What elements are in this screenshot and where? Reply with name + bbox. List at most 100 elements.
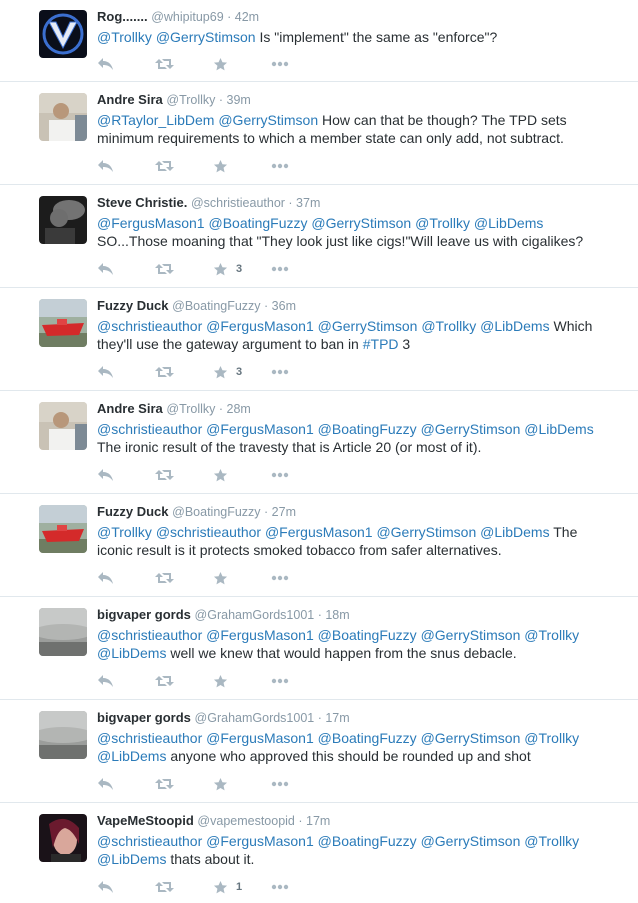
mention-link[interactable]: @Trollky <box>421 318 476 334</box>
reply-button[interactable] <box>97 157 155 175</box>
tweet-item[interactable]: Rog....... @whipitup69 · 42m @Trollky @Ge… <box>0 0 638 82</box>
user-handle[interactable]: @schristieauthor <box>191 196 285 210</box>
mention-link[interactable]: @GerryStimson <box>156 29 256 45</box>
more-options-button[interactable] <box>271 466 289 484</box>
tweet-item[interactable]: Fuzzy Duck @BoatingFuzzy · 27m @Trollky @… <box>0 494 638 597</box>
timestamp[interactable]: 36m <box>272 299 296 313</box>
tweet-item[interactable]: bigvaper gords @GrahamGords1001 · 18m @sc… <box>0 597 638 700</box>
mention-link[interactable]: @Trollky <box>415 215 470 231</box>
avatar[interactable] <box>39 93 87 141</box>
mention-link[interactable]: @Trollky <box>524 833 579 849</box>
mention-link[interactable]: @Trollky <box>97 524 152 540</box>
user-handle[interactable]: @whipitup69 <box>151 10 223 24</box>
mention-link[interactable]: @FergusMason1 <box>206 627 314 643</box>
timestamp[interactable]: 18m <box>325 608 349 622</box>
avatar[interactable] <box>39 10 87 58</box>
mention-link[interactable]: @Trollky <box>524 730 579 746</box>
reply-button[interactable] <box>97 775 155 793</box>
more-options-button[interactable] <box>271 55 289 73</box>
avatar[interactable] <box>39 299 87 347</box>
mention-link[interactable]: @GerryStimson <box>311 215 411 231</box>
retweet-button[interactable] <box>155 672 213 690</box>
retweet-button[interactable] <box>155 260 213 278</box>
mention-link[interactable]: @schristieauthor <box>97 421 202 437</box>
user-name[interactable]: Fuzzy Duck <box>97 298 169 313</box>
user-handle[interactable]: @vapemestoopid <box>197 814 294 828</box>
mention-link[interactable]: @GerryStimson <box>421 833 521 849</box>
avatar[interactable] <box>39 814 87 862</box>
reply-button[interactable] <box>97 569 155 587</box>
more-options-button[interactable] <box>271 775 289 793</box>
reply-button[interactable] <box>97 672 155 690</box>
timestamp[interactable]: 17m <box>306 814 330 828</box>
mention-link[interactable]: @schristieauthor <box>97 318 202 334</box>
favorite-button[interactable]: 3 <box>213 260 271 278</box>
mention-link[interactable]: @schristieauthor <box>97 730 202 746</box>
mention-link[interactable]: @BoatingFuzzy <box>318 833 417 849</box>
timestamp[interactable]: 27m <box>272 505 296 519</box>
user-name[interactable]: VapeMeStoopid <box>97 813 194 828</box>
user-handle[interactable]: @Trollky <box>166 93 215 107</box>
tweet-item[interactable]: VapeMeStoopid @vapemestoopid · 17m @schri… <box>0 803 638 903</box>
mention-link[interactable]: @LibDems <box>97 748 166 764</box>
avatar[interactable] <box>39 196 87 244</box>
user-handle[interactable]: @Trollky <box>166 402 215 416</box>
timestamp[interactable]: 28m <box>227 402 251 416</box>
user-handle[interactable]: @GrahamGords1001 <box>195 711 315 725</box>
user-name[interactable]: Fuzzy Duck <box>97 504 169 519</box>
avatar[interactable] <box>39 711 87 759</box>
mention-link[interactable]: @Trollky <box>97 29 152 45</box>
mention-link[interactable]: @Trollky <box>524 627 579 643</box>
retweet-button[interactable] <box>155 466 213 484</box>
avatar[interactable] <box>39 505 87 553</box>
timestamp[interactable]: 37m <box>296 196 320 210</box>
reply-button[interactable] <box>97 363 155 381</box>
reply-button[interactable] <box>97 260 155 278</box>
mention-link[interactable]: @LibDems <box>524 421 593 437</box>
reply-button[interactable] <box>97 878 155 896</box>
retweet-button[interactable] <box>155 363 213 381</box>
tweet-item[interactable]: Fuzzy Duck @BoatingFuzzy · 36m @schristie… <box>0 288 638 391</box>
timestamp[interactable]: 42m <box>235 10 259 24</box>
mention-link[interactable]: @LibDems <box>97 851 166 867</box>
mention-link[interactable]: @schristieauthor <box>97 833 202 849</box>
mention-link[interactable]: @RTaylor_LibDem <box>97 112 214 128</box>
retweet-button[interactable] <box>155 775 213 793</box>
retweet-button[interactable] <box>155 569 213 587</box>
mention-link[interactable]: @BoatingFuzzy <box>318 730 417 746</box>
favorite-button[interactable] <box>213 466 271 484</box>
reply-button[interactable] <box>97 466 155 484</box>
mention-link[interactable]: @GerryStimson <box>318 318 418 334</box>
user-handle[interactable]: @BoatingFuzzy <box>172 299 260 313</box>
favorite-button[interactable] <box>213 775 271 793</box>
avatar[interactable] <box>39 402 87 450</box>
user-name[interactable]: Andre Sira <box>97 401 163 416</box>
mention-link[interactable]: @GerryStimson <box>218 112 318 128</box>
favorite-button[interactable] <box>213 569 271 587</box>
mention-link[interactable]: @schristieauthor <box>97 627 202 643</box>
favorite-button[interactable] <box>213 157 271 175</box>
more-options-button[interactable] <box>271 672 289 690</box>
more-options-button[interactable] <box>271 363 289 381</box>
mention-link[interactable]: @FergusMason1 <box>206 730 314 746</box>
mention-link[interactable]: @GerryStimson <box>376 524 476 540</box>
user-name[interactable]: Andre Sira <box>97 92 163 107</box>
more-options-button[interactable] <box>271 878 289 896</box>
retweet-button[interactable] <box>155 878 213 896</box>
mention-link[interactable]: @LibDems <box>480 318 549 334</box>
tweet-item[interactable]: Andre Sira @Trollky · 39m @RTaylor_LibDem… <box>0 82 638 185</box>
timestamp[interactable]: 17m <box>325 711 349 725</box>
mention-link[interactable]: @GerryStimson <box>421 627 521 643</box>
favorite-button[interactable] <box>213 55 271 73</box>
more-options-button[interactable] <box>271 260 289 278</box>
mention-link[interactable]: @FergusMason1 <box>97 215 205 231</box>
mention-link[interactable]: @BoatingFuzzy <box>208 215 307 231</box>
mention-link[interactable]: @FergusMason1 <box>206 318 314 334</box>
tweet-item[interactable]: Steve Christie. @schristieauthor · 37m @F… <box>0 185 638 288</box>
reply-button[interactable] <box>97 55 155 73</box>
retweet-button[interactable] <box>155 55 213 73</box>
mention-link[interactable]: @LibDems <box>97 645 166 661</box>
retweet-button[interactable] <box>155 157 213 175</box>
favorite-button[interactable]: 1 <box>213 878 271 896</box>
mention-link[interactable]: @FergusMason1 <box>265 524 373 540</box>
